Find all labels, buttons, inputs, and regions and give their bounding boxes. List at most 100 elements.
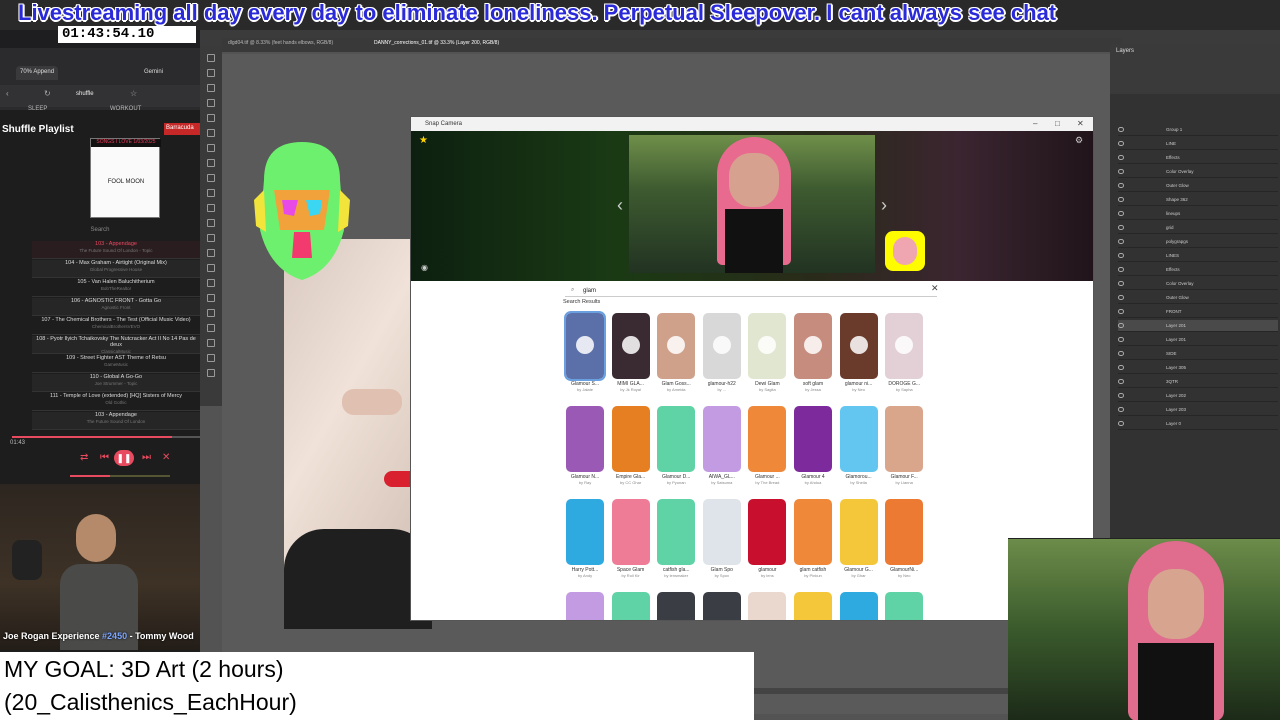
visibility-eye-icon[interactable] [1118, 379, 1124, 384]
tool-icon[interactable] [207, 339, 215, 347]
layer-row[interactable]: Layer 0 [1118, 418, 1278, 430]
playlist-search[interactable]: Search [0, 227, 200, 233]
layer-row[interactable]: SIDE [1118, 348, 1278, 360]
snapcode-icon[interactable] [885, 231, 925, 271]
layer-row[interactable]: Group 1 [1118, 124, 1278, 136]
tool-icon[interactable] [207, 144, 215, 152]
tool-icon[interactable] [207, 234, 215, 242]
visibility-eye-icon[interactable] [1118, 183, 1124, 188]
layer-row[interactable]: Layer 201 [1118, 334, 1278, 346]
canvas-scrollbar[interactable] [754, 688, 1008, 694]
tool-icon[interactable] [207, 189, 215, 197]
visibility-eye-icon[interactable] [1118, 337, 1124, 342]
live-badge[interactable]: Barracuda [164, 123, 200, 135]
visibility-eye-icon[interactable] [1118, 155, 1124, 160]
tool-icon[interactable] [207, 294, 215, 302]
visibility-eye-icon[interactable] [1118, 267, 1124, 272]
settings-gear-icon[interactable]: ⚙ [1075, 135, 1083, 146]
lens-card[interactable] [566, 499, 604, 565]
tool-icon[interactable] [207, 84, 215, 92]
bookmark-workout[interactable]: WORKOUT [110, 106, 141, 112]
layer-row[interactable]: lineups [1118, 208, 1278, 220]
layer-row[interactable]: LINE [1118, 138, 1278, 150]
lens-card[interactable] [657, 499, 696, 565]
visibility-eye-icon[interactable] [1118, 323, 1124, 328]
lens-card[interactable] [839, 592, 878, 620]
tool-icon[interactable] [207, 99, 215, 107]
reload-icon[interactable]: ↻ [44, 89, 51, 98]
layer-row[interactable]: Color Overlay [1118, 278, 1278, 290]
lens-card[interactable] [794, 592, 832, 620]
tool-icon[interactable] [207, 309, 215, 317]
layer-row[interactable]: FRONT [1118, 306, 1278, 318]
repeat-icon[interactable]: ⇄ [80, 452, 88, 463]
layer-row[interactable]: Outer Glow [1118, 292, 1278, 304]
lens-card[interactable] [611, 406, 650, 472]
playlist-item[interactable]: 109 - Street Fighter AST Theme of Retsu G… [32, 355, 200, 373]
layer-row[interactable]: Outer Glow [1118, 180, 1278, 192]
playlist-item[interactable]: 104 - Max Graham - Airtight (Original Mi… [32, 260, 200, 278]
layer-row[interactable]: Effects [1118, 264, 1278, 276]
layer-row[interactable]: 3QTR [1118, 376, 1278, 388]
layer-row[interactable]: Layer 203 [1118, 404, 1278, 416]
shuffle-icon[interactable]: ✕ [162, 452, 170, 463]
browser-tab[interactable]: Gemini [140, 66, 167, 80]
playlist-item[interactable]: 105 - Van Halen Baluchitherium BobTheReal… [32, 279, 200, 297]
tool-icon[interactable] [207, 324, 215, 332]
visibility-eye-icon[interactable] [1118, 281, 1124, 286]
lens-card[interactable] [611, 313, 650, 379]
progress-bar[interactable] [12, 436, 200, 438]
pause-button[interactable]: ❚❚ [114, 450, 134, 466]
lens-card[interactable] [702, 313, 741, 379]
visibility-eye-icon[interactable] [1118, 295, 1124, 300]
lens-card[interactable] [564, 311, 606, 381]
layer-row[interactable]: Layer 202 [1118, 390, 1278, 402]
volume-slider[interactable] [70, 475, 170, 477]
visibility-eye-icon[interactable] [1118, 169, 1124, 174]
tool-icon[interactable] [207, 279, 215, 287]
lens-card[interactable] [794, 499, 832, 565]
playlist-item[interactable]: 107 - The Chemical Brothers - The Test (… [32, 317, 200, 335]
tool-icon[interactable] [207, 114, 215, 122]
lens-card[interactable] [702, 406, 741, 472]
tool-icon[interactable] [207, 369, 215, 377]
tool-icon[interactable] [207, 69, 215, 77]
layer-row[interactable]: Layer 305 [1118, 362, 1278, 374]
lens-card[interactable] [566, 592, 604, 620]
favorite-star-icon[interactable]: ★ [419, 135, 428, 146]
lens-card[interactable] [885, 499, 924, 565]
visibility-eye-icon[interactable] [1118, 351, 1124, 356]
lens-card[interactable] [794, 406, 832, 472]
playlist-item[interactable]: 103 - Appendage The Future Sound Of Londo… [32, 412, 200, 430]
layer-row[interactable]: Layer 201 [1118, 320, 1278, 332]
next-icon[interactable]: ⏭ [142, 452, 151, 463]
lens-card[interactable] [839, 313, 878, 379]
visibility-eye-icon[interactable] [1118, 211, 1124, 216]
visibility-eye-icon[interactable] [1118, 225, 1124, 230]
tool-icon[interactable] [207, 129, 215, 137]
playlist-item[interactable]: 103 - Appendage The Future Sound Of Londo… [32, 241, 200, 259]
address-bar[interactable]: shuffle ‹ ↻ ☆ [0, 85, 200, 107]
visibility-eye-icon[interactable] [1118, 253, 1124, 258]
tool-icon[interactable] [207, 204, 215, 212]
lens-card[interactable] [839, 406, 878, 472]
tool-icon[interactable] [207, 264, 215, 272]
lens-card[interactable] [657, 313, 696, 379]
doc-tab-active[interactable]: DANNY_corrections_01.tif @ 33.3% (Layer … [374, 40, 499, 46]
lens-card[interactable] [611, 499, 650, 565]
visibility-eye-icon[interactable] [1118, 421, 1124, 426]
lens-card[interactable] [794, 313, 832, 379]
layer-row[interactable]: LINES [1118, 250, 1278, 262]
lens-card[interactable] [748, 406, 787, 472]
minimize-icon[interactable]: – [1033, 119, 1037, 128]
tool-icon[interactable] [207, 249, 215, 257]
tool-icon[interactable] [207, 159, 215, 167]
visibility-eye-icon[interactable] [1118, 141, 1124, 146]
lens-card[interactable] [702, 499, 741, 565]
star-icon[interactable]: ☆ [130, 89, 137, 98]
lens-card[interactable] [885, 592, 924, 620]
lens-card[interactable] [839, 499, 878, 565]
playlist-item[interactable]: 106 - AGNOSTIC FRONT - Gotta Go Agnostic … [32, 298, 200, 316]
next-lens-icon[interactable]: › [881, 195, 887, 216]
layer-row[interactable]: Shape 362 [1118, 194, 1278, 206]
